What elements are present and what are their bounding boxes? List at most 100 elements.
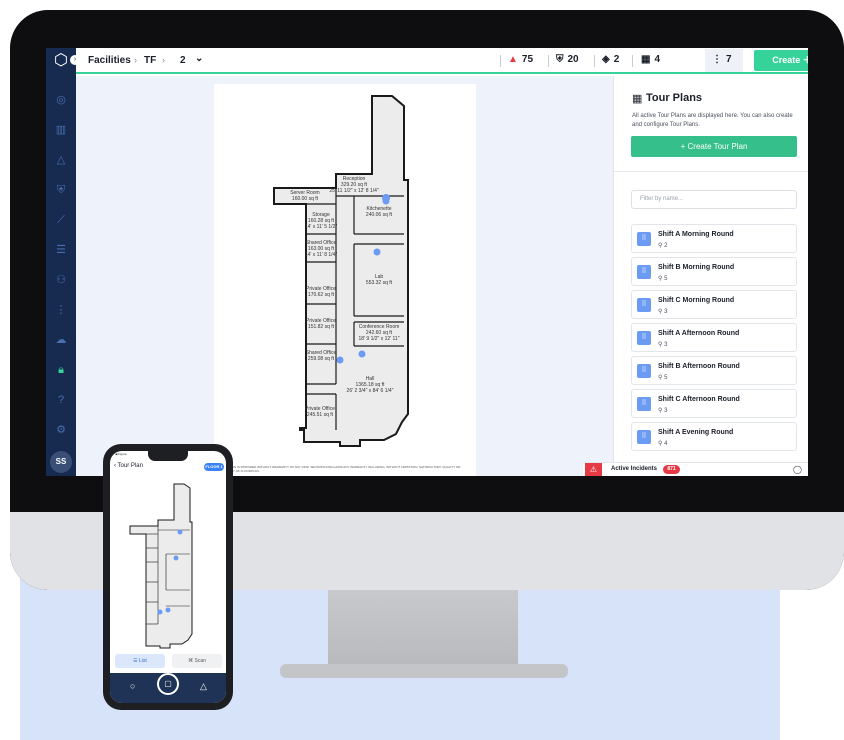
- phone-floorplan-drawing[interactable]: [110, 474, 226, 650]
- qr-count[interactable]: ▦ 4: [641, 54, 660, 65]
- sidebar: ⬡ › ◎ ▥ △ ⛨ ⟋ ☰ ⚇ ⋮ ☁ 🔒︎ ? ⚙ SS: [46, 48, 80, 476]
- room-dims: 25' 11 1/2" x 12' 8 1/4": [329, 188, 379, 194]
- phone-status-bar: ◀ Figma: [115, 452, 127, 456]
- breadcrumb-separator-icon: ›: [134, 55, 137, 65]
- monitor-stand: [328, 590, 518, 668]
- route-icon: ⠿: [637, 298, 651, 312]
- route-icon: ⠿: [637, 364, 651, 378]
- panel-title: Tour Plans: [646, 92, 703, 104]
- divider: [614, 171, 808, 172]
- layers-count[interactable]: ◈ 2: [602, 54, 619, 65]
- breadcrumb-facilities[interactable]: Facilities: [88, 55, 131, 66]
- breadcrumb-separator-icon: ›: [162, 55, 165, 65]
- lock-icon[interactable]: 🔒︎: [53, 362, 69, 378]
- tour-card[interactable]: ⠿ Shift C Afternoon Round ⚲ 3: [631, 389, 797, 418]
- route-icon: ⠿: [637, 430, 651, 444]
- create-button[interactable]: Create ＋: [754, 50, 808, 71]
- tour-card[interactable]: ⠿ Shift A Afternoon Round ⚲ 3: [631, 323, 797, 352]
- tour-checkpoint-count: ⚲ 4: [658, 441, 668, 447]
- tab-list[interactable]: ☰ List: [115, 654, 165, 668]
- trend-icon[interactable]: ⟋: [53, 212, 69, 228]
- tour-card[interactable]: ⠿ Shift C Morning Round ⚲ 3: [631, 290, 797, 319]
- phone-frame: ◀ Figma ‹ Tour Plan FLOOR 1 ☰ List ⌘ Sca…: [103, 444, 233, 710]
- help-icon[interactable]: ?: [53, 392, 69, 408]
- phone-screen: ◀ Figma ‹ Tour Plan FLOOR 1 ☰ List ⌘ Sca…: [110, 451, 226, 703]
- room-dims: 14' x 11' 8 1/4": [305, 252, 337, 258]
- triangle-icon[interactable]: △: [200, 681, 207, 692]
- tour-name: Shift B Afternoon Round: [658, 363, 740, 370]
- active-incidents-label: Active Incidents: [611, 466, 658, 472]
- floorplan-sheet: Reception 329.20 sq ft 25' 11 1/2" x 12'…: [214, 84, 476, 476]
- tab-scan[interactable]: ⌘ Scan: [172, 654, 222, 668]
- chevron-down-icon[interactable]: ⌄: [195, 53, 203, 64]
- alert-triangle-icon: ⚠: [585, 463, 602, 476]
- phone-floorplan[interactable]: [110, 474, 226, 650]
- floor-badge[interactable]: FLOOR 1: [204, 463, 224, 471]
- room-area: 160.00 sq ft: [292, 196, 319, 202]
- room-area: 170.62 sq ft: [308, 292, 335, 298]
- room-area: 240.06 sq ft: [366, 212, 393, 218]
- qr-code-icon: ▦: [641, 54, 651, 65]
- tour-checkpoint-count: ⚲ 3: [658, 342, 668, 348]
- room-dims: 18' 9 1/2" x 12' 11": [359, 336, 400, 342]
- divider: [632, 55, 633, 67]
- chat-icon[interactable]: ◯: [793, 465, 805, 475]
- tour-name: Shift A Afternoon Round: [658, 330, 740, 337]
- tour-checkpoint-count: ⚲ 5: [658, 276, 668, 282]
- square-icon[interactable]: ▢: [157, 673, 179, 695]
- tour-checkpoint-count: ⚲ 3: [658, 408, 668, 414]
- alert-icon[interactable]: △: [53, 152, 69, 168]
- avatar[interactable]: SS: [50, 451, 72, 473]
- room-area: 553.32 sq ft: [366, 280, 393, 286]
- route-icon[interactable]: ⋮: [53, 302, 69, 318]
- route-icon: ⠿: [637, 397, 651, 411]
- shield-count[interactable]: ⛨ 20: [556, 54, 579, 65]
- users-icon[interactable]: ⚇: [53, 272, 69, 288]
- shield-icon: ⛨: [556, 54, 564, 65]
- tour-card[interactable]: ⠿ Shift B Morning Round ⚲ 5: [631, 257, 797, 286]
- alerts-count[interactable]: ▲ 75: [508, 54, 533, 65]
- filter-input[interactable]: Filter by name...: [631, 190, 797, 209]
- active-incidents-bar[interactable]: ⚠ Active Incidents 871 ◯: [583, 462, 808, 476]
- cloud-icon[interactable]: ☁: [53, 332, 69, 348]
- panel-description: All active Tour Plans are displayed here…: [632, 113, 793, 128]
- breadcrumb-floor[interactable]: 2: [180, 55, 186, 66]
- desktop-screen: ⬡ › ◎ ▥ △ ⛨ ⟋ ☰ ⚇ ⋮ ☁ 🔒︎ ? ⚙ SS Faciliti…: [46, 48, 808, 476]
- routes-count[interactable]: ⋮ 7: [712, 54, 732, 65]
- divider: [548, 55, 549, 67]
- room-dims: 14' x 11' 5 1/2": [305, 224, 337, 230]
- tour-name: Shift A Morning Round: [658, 231, 734, 238]
- settings-icon[interactable]: ⚙: [53, 422, 69, 438]
- tour-card[interactable]: ⠿ Shift A Morning Round ⚲ 2: [631, 224, 797, 253]
- back-button[interactable]: ‹ Tour Plan: [114, 463, 143, 469]
- breadcrumb-tf[interactable]: TF: [144, 55, 156, 66]
- tour-name: Shift C Morning Round: [658, 297, 735, 304]
- route-icon: ⠿: [637, 331, 651, 345]
- tour-name: Shift A Evening Round: [658, 429, 734, 436]
- floorplan-drawing[interactable]: Reception 329.20 sq ft 25' 11 1/2" x 12'…: [214, 84, 476, 464]
- tour-plans-panel: ▦ Tour Plans All active Tour Plans are d…: [613, 76, 808, 476]
- floorplan-disclaimer: FLOORPLAN IS PROVIDED WITHOUT WARRANTY O…: [218, 465, 461, 473]
- room-area: 245.51 sq ft: [307, 412, 334, 418]
- app-logo-icon[interactable]: ⬡: [51, 51, 71, 71]
- route-icon: ⠿: [637, 232, 651, 246]
- room-dims: 26' 2 3/4" x 84' 6 1/4": [347, 388, 394, 394]
- tour-name: Shift C Afternoon Round: [658, 396, 740, 403]
- tour-checkpoint-count: ⚲ 5: [658, 375, 668, 381]
- tour-checkpoint-count: ⚲ 2: [658, 243, 668, 249]
- tour-checkpoint-count: ⚲ 3: [658, 309, 668, 315]
- room-area: 151.82 sq ft: [308, 324, 335, 330]
- phone-tabs: ☰ List ⌘ Scan: [110, 654, 226, 670]
- monitor-stand-base: [280, 664, 568, 678]
- divider: [500, 55, 501, 67]
- list-icon[interactable]: ☰: [53, 242, 69, 258]
- tour-name: Shift B Morning Round: [658, 264, 735, 271]
- globe-icon[interactable]: ◎: [53, 92, 69, 108]
- create-tour-plan-button[interactable]: + Create Tour Plan: [631, 136, 797, 157]
- tour-card[interactable]: ⠿ Shift A Evening Round ⚲ 4: [631, 422, 797, 451]
- floorplan-canvas[interactable]: Reception 329.20 sq ft 25' 11 1/2" x 12'…: [76, 76, 613, 476]
- tour-card[interactable]: ⠿ Shift B Afternoon Round ⚲ 5: [631, 356, 797, 385]
- shield-icon[interactable]: ⛨: [53, 182, 69, 198]
- home-icon[interactable]: ○: [130, 681, 135, 691]
- building-icon[interactable]: ▥: [53, 122, 69, 138]
